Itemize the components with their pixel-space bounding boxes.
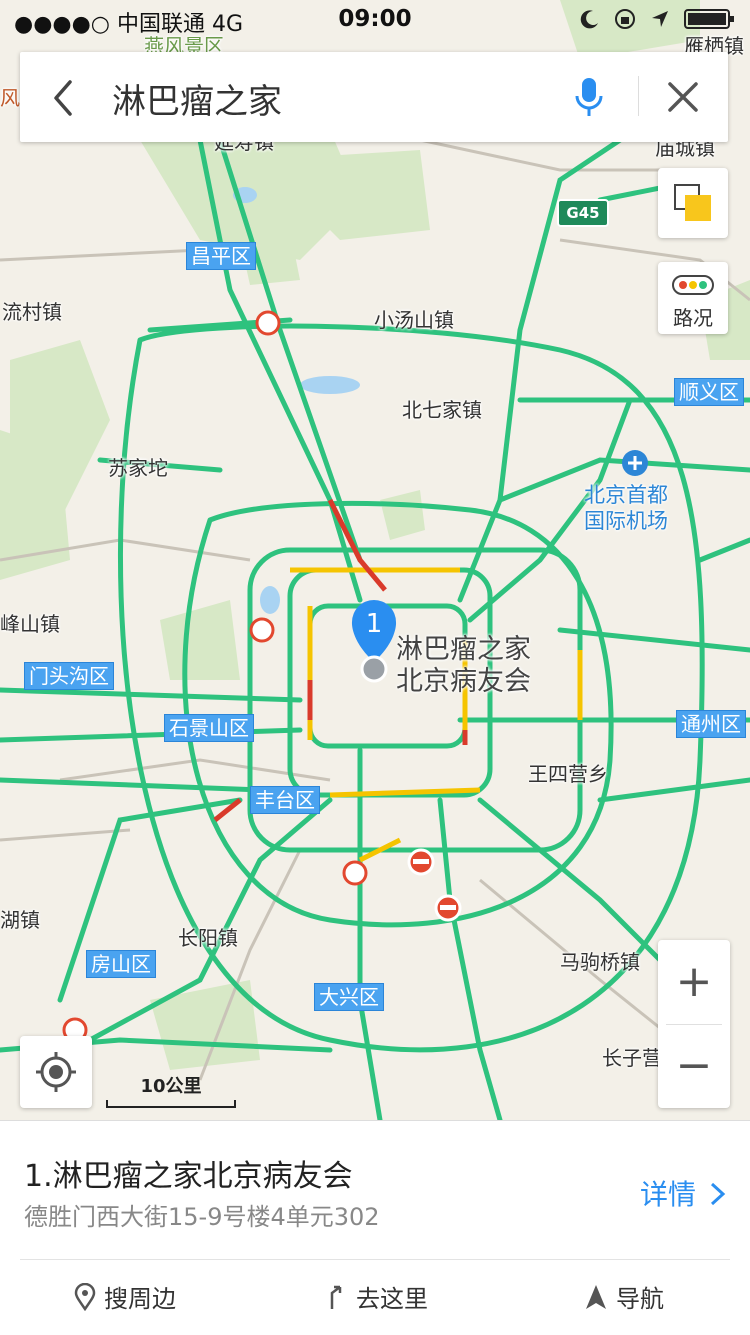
place-label: 北七家镇: [402, 398, 482, 422]
place-label: 苏家坨: [108, 456, 168, 480]
action-label: 导航: [616, 1285, 664, 1313]
search-input[interactable]: 淋巴瘤之家: [112, 74, 282, 123]
action-label: 搜周边: [104, 1285, 176, 1313]
poi-name-line[interactable]: 淋巴瘤之家: [396, 634, 531, 666]
poi-marker-number[interactable]: 1: [352, 608, 396, 640]
close-icon[interactable]: [666, 80, 700, 114]
district-label: 通州区: [676, 710, 746, 738]
place-label: 长子营: [602, 1046, 662, 1070]
airport-icon: [622, 450, 648, 476]
district-label: 大兴区: [314, 983, 384, 1011]
traffic-light-icon: [672, 275, 714, 295]
route-arrow-icon: [330, 1285, 342, 1309]
district-label: 石景山区: [164, 714, 254, 742]
district-label: 顺义区: [674, 378, 744, 406]
place-label: 王四营乡: [528, 762, 608, 786]
highway-shield-label: G45: [566, 204, 600, 222]
back-icon[interactable]: [50, 78, 76, 118]
nearby-search-button[interactable]: 搜周边: [74, 1279, 176, 1314]
crosshair-icon: [36, 1052, 76, 1092]
scale-bar: 10公里: [106, 1072, 236, 1108]
result-address: 德胜门西大街15-9号楼4单元302: [24, 1203, 380, 1231]
result-title[interactable]: 1.淋巴瘤之家北京病友会: [24, 1151, 353, 1195]
district-label: 门头沟区: [24, 662, 114, 690]
zoom-controls: + −: [658, 940, 730, 1108]
status-bar: ●●●●○ 中国联通 4G 09:00: [0, 0, 750, 40]
place-label: 流村镇: [2, 300, 62, 324]
detail-button[interactable]: 详情: [640, 1173, 727, 1213]
status-icons: [580, 8, 736, 30]
navigation-arrow-icon: [586, 1284, 606, 1309]
location-arrow-icon: [652, 11, 668, 27]
scale-line: [106, 1100, 236, 1108]
location-pin-icon: [74, 1282, 96, 1311]
place-label: 湖镇: [0, 908, 40, 932]
place-label: 峰山镇: [0, 612, 60, 636]
search-bar[interactable]: 淋巴瘤之家: [20, 52, 728, 142]
district-label: 房山区: [86, 950, 156, 978]
battery-icon: [684, 9, 734, 29]
district-label: 昌平区: [186, 242, 256, 270]
locate-button[interactable]: [20, 1036, 92, 1108]
place-label: 长阳镇: [178, 926, 238, 950]
go-here-button[interactable]: 去这里: [324, 1279, 428, 1314]
place-label: 马驹桥镇: [560, 950, 640, 974]
detail-label: 详情: [640, 1178, 697, 1211]
rotation-lock-icon: [615, 9, 635, 29]
chevron-right-icon: [710, 1182, 726, 1206]
place-label: 小汤山镇: [374, 308, 454, 332]
airport-label-line: 国际机场: [584, 509, 668, 533]
search-divider: [638, 76, 639, 116]
layers-icon: [674, 184, 711, 221]
action-label: 去这里: [356, 1285, 428, 1313]
airport-label-line: 北京首都: [584, 483, 668, 507]
traffic-label: 路况: [673, 306, 713, 330]
green-areas: [0, 0, 750, 1070]
airport-label: 北京首都 国际机场: [584, 482, 668, 534]
scale-label: 10公里: [140, 1076, 202, 1097]
microphone-icon[interactable]: [572, 76, 606, 120]
result-panel[interactable]: 1.淋巴瘤之家北京病友会 德胜门西大街15-9号楼4单元302 详情 搜周边 去…: [0, 1120, 750, 1335]
zoom-out-button[interactable]: −: [658, 1024, 730, 1108]
congestion-yellow: [290, 567, 583, 863]
map-view[interactable]: 雁栖镇 庙城镇 延寿镇 小汤山镇 流村镇 北七家镇 苏家坨 峰山镇 王四营乡 长…: [0, 0, 750, 1120]
zoom-in-button[interactable]: +: [658, 940, 730, 1024]
moon-icon: [580, 10, 598, 29]
panel-divider: [20, 1259, 730, 1260]
navigation-button[interactable]: 导航: [584, 1279, 664, 1314]
district-label: 丰台区: [250, 786, 320, 814]
traffic-button[interactable]: 路况: [658, 262, 728, 334]
layers-button[interactable]: [658, 168, 728, 238]
poi-name-line[interactable]: 北京病友会: [396, 666, 531, 698]
